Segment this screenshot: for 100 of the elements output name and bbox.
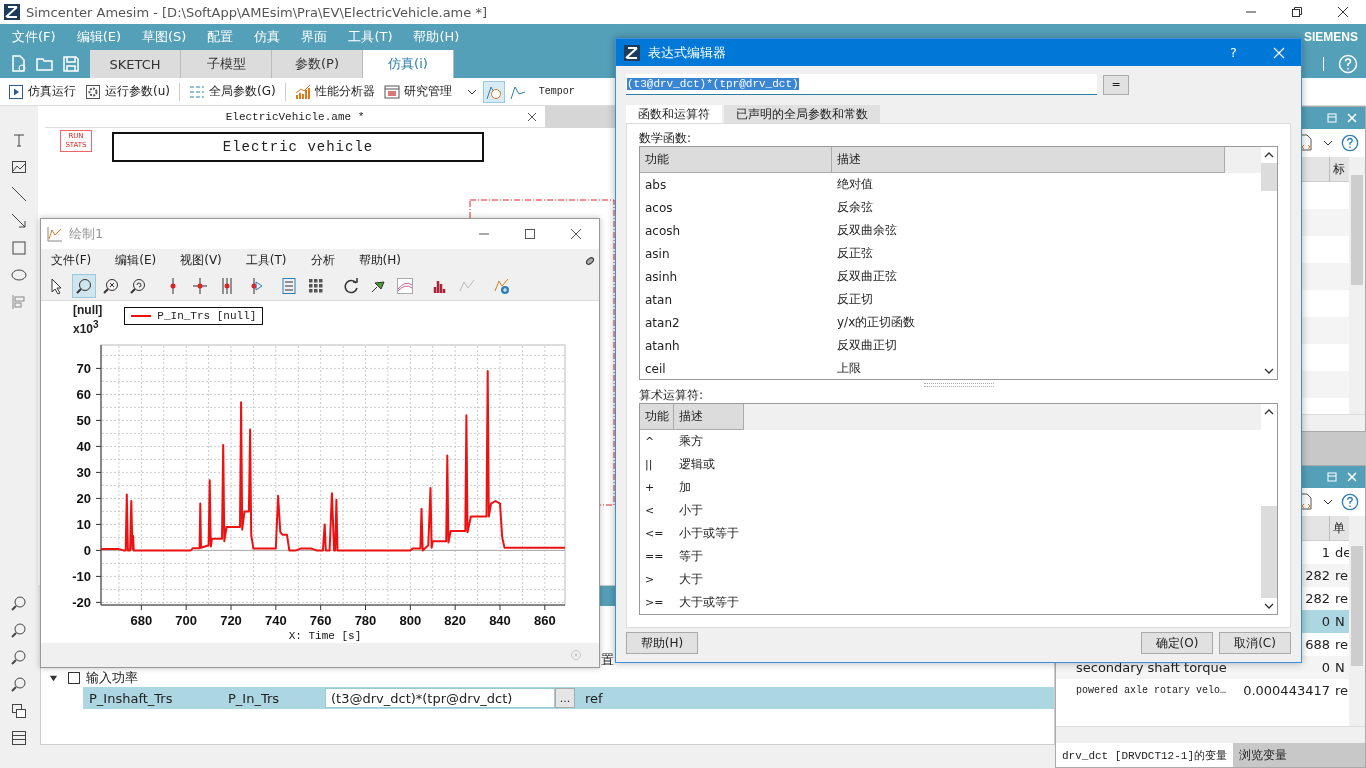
- table-cell-text: ==: [644, 550, 665, 563]
- table-cell-text: >=: [644, 596, 665, 609]
- column-header[interactable]: 功能: [640, 404, 674, 430]
- save-icon[interactable]: [62, 55, 80, 73]
- ok-button[interactable]: 确定(O): [1141, 632, 1213, 654]
- column-header[interactable]: 描述: [674, 404, 744, 430]
- menu-item[interactable]: 帮助(H): [358, 252, 401, 270]
- toolbar-button[interactable]: 研究管理: [403, 83, 452, 100]
- text-tool-icon[interactable]: [11, 132, 27, 148]
- menu-item[interactable]: 分析: [310, 252, 335, 270]
- scrollbar-thumb[interactable]: [1261, 506, 1277, 598]
- dock-icon[interactable]: [1327, 113, 1337, 123]
- list-icon[interactable]: [11, 730, 27, 746]
- help-icon[interactable]: [1341, 493, 1359, 511]
- restore-icon[interactable]: [1291, 6, 1303, 18]
- menu-item[interactable]: 工具(T): [245, 252, 287, 270]
- help-icon[interactable]: [1341, 134, 1359, 152]
- document-tab-title[interactable]: ElectricVehicle.ame *: [225, 110, 365, 123]
- panel-tab[interactable]: 浏览变量: [1233, 743, 1294, 767]
- new-file-icon[interactable]: [10, 55, 28, 73]
- tab[interactable]: 已声明的全局参数和常数: [724, 105, 880, 123]
- menu-item[interactable]: 编辑(E): [115, 252, 157, 270]
- equals-button[interactable]: =: [1103, 74, 1129, 95]
- y-tick-label: 20: [76, 491, 91, 507]
- align-tool-icon[interactable]: [11, 294, 27, 310]
- zoom-icon[interactable]: [11, 676, 27, 692]
- checkbox[interactable]: [68, 672, 80, 684]
- zoom-icon[interactable]: [11, 649, 27, 665]
- panel-label: 置: [601, 651, 614, 669]
- browse-button[interactable]: ...: [555, 688, 575, 708]
- image-tool-icon[interactable]: [11, 159, 27, 175]
- toolbar-button[interactable]: 运行参数(u): [105, 83, 170, 100]
- value-field[interactable]: (t3@drv_dct)*(tpr@drv_dct): [325, 688, 555, 708]
- ribbon-tab[interactable]: 参数(P): [272, 50, 363, 78]
- ellipse-tool-icon[interactable]: [11, 267, 27, 283]
- toolbar-button[interactable]: 全局参数(G): [208, 83, 276, 100]
- x-tick-label: 700: [175, 613, 198, 629]
- zoom-icon[interactable]: [11, 595, 27, 611]
- help-button[interactable]: ?: [1230, 45, 1237, 60]
- column-header[interactable]: 功能: [640, 147, 832, 173]
- help-button[interactable]: 帮助(H): [626, 632, 698, 654]
- menu-item[interactable]: 视图(V): [180, 252, 222, 270]
- close-icon[interactable]: [1337, 6, 1349, 18]
- sliders-icon[interactable]: [188, 83, 205, 100]
- table-cell-text: ^: [644, 435, 656, 448]
- chevron-down-icon[interactable]: [1323, 497, 1333, 507]
- scrollbar-thumb[interactable]: [1351, 175, 1363, 285]
- parameter-row[interactable]: P_Inshaft_Trs P_In_Trs (t3@drv_dct)*(tpr@drv_dct) ... ref: [83, 687, 1054, 709]
- scrollbar-thumb[interactable]: [1261, 163, 1277, 191]
- ribbon-tab[interactable]: SKETCH: [90, 50, 181, 78]
- table-cell-text: acosh: [644, 223, 682, 238]
- scrollbar[interactable]: [1349, 157, 1365, 414]
- chevron-down-icon[interactable]: [1323, 138, 1333, 148]
- cancel-button[interactable]: 取消(C): [1219, 632, 1291, 654]
- expand-triangle-icon[interactable]: [49, 673, 58, 683]
- close-icon[interactable]: [570, 227, 582, 240]
- toolbar-button[interactable]: 仿真运行: [28, 83, 76, 100]
- scroll-down-icon[interactable]: [1264, 366, 1274, 376]
- tab[interactable]: 函数和运算符: [626, 105, 722, 123]
- scrollbar[interactable]: [1056, 726, 1365, 743]
- zoom-icon[interactable]: [11, 622, 27, 638]
- panel-tab[interactable]: drv_dct [DRVDCT12-1]的变量: [1056, 743, 1234, 767]
- open-folder-icon[interactable]: [36, 55, 54, 73]
- x-tick-label: 820: [444, 613, 466, 629]
- table-cell-text: 反正弦: [836, 245, 873, 262]
- table-cell-text: 反余弦: [836, 199, 873, 216]
- table-cell-text: 大于: [678, 571, 703, 588]
- pin-icon[interactable]: [585, 255, 595, 266]
- scrollbar[interactable]: [1349, 516, 1365, 726]
- ribbon-tab[interactable]: 子模型: [181, 50, 272, 78]
- zoom-icon[interactable]: [72, 274, 96, 299]
- scroll-up-icon[interactable]: [1264, 150, 1274, 160]
- table-cell-text: 逻辑或: [678, 456, 715, 473]
- dock-icon[interactable]: [1327, 472, 1337, 482]
- scroll-up-icon[interactable]: [1264, 407, 1274, 417]
- arrow-tool-icon[interactable]: [11, 213, 27, 229]
- scroll-down-icon[interactable]: [1264, 601, 1274, 611]
- toolbar-button[interactable]: 性能分析器: [314, 83, 375, 100]
- ribbon-tab[interactable]: 仿真(i): [363, 50, 454, 78]
- gear-icon[interactable]: [85, 83, 101, 100]
- maximize-icon[interactable]: [524, 227, 536, 240]
- table-cell-text: P_Inshaft_Trs: [88, 690, 174, 706]
- table-cell-text: >: [644, 573, 656, 586]
- line-tool-icon[interactable]: [11, 186, 27, 202]
- column-header[interactable]: 描述: [832, 147, 1225, 173]
- rectangle-tool-icon[interactable]: [11, 240, 27, 256]
- play-icon[interactable]: [8, 83, 24, 100]
- bar-chart-icon[interactable]: [294, 83, 311, 100]
- y-tick-label: 40: [76, 439, 91, 455]
- x-tick-label: 740: [265, 613, 287, 629]
- y-tick-label: -20: [72, 595, 91, 611]
- variable-row[interactable]: powered axle rotary velo… 0.000443417 re: [1056, 679, 1349, 702]
- windows-icon[interactable]: [11, 703, 27, 719]
- scrollbar-thumb[interactable]: [1351, 546, 1363, 666]
- close-icon[interactable]: [527, 111, 537, 122]
- plot-view-toggle[interactable]: [482, 80, 505, 103]
- menu-item[interactable]: 文件(F): [51, 252, 92, 270]
- window-icon[interactable]: [383, 83, 400, 100]
- expression-field[interactable]: (t3@drv_dct)*(tpr@drv_dct): [626, 74, 1097, 95]
- table-cell-text: 上限: [836, 360, 861, 377]
